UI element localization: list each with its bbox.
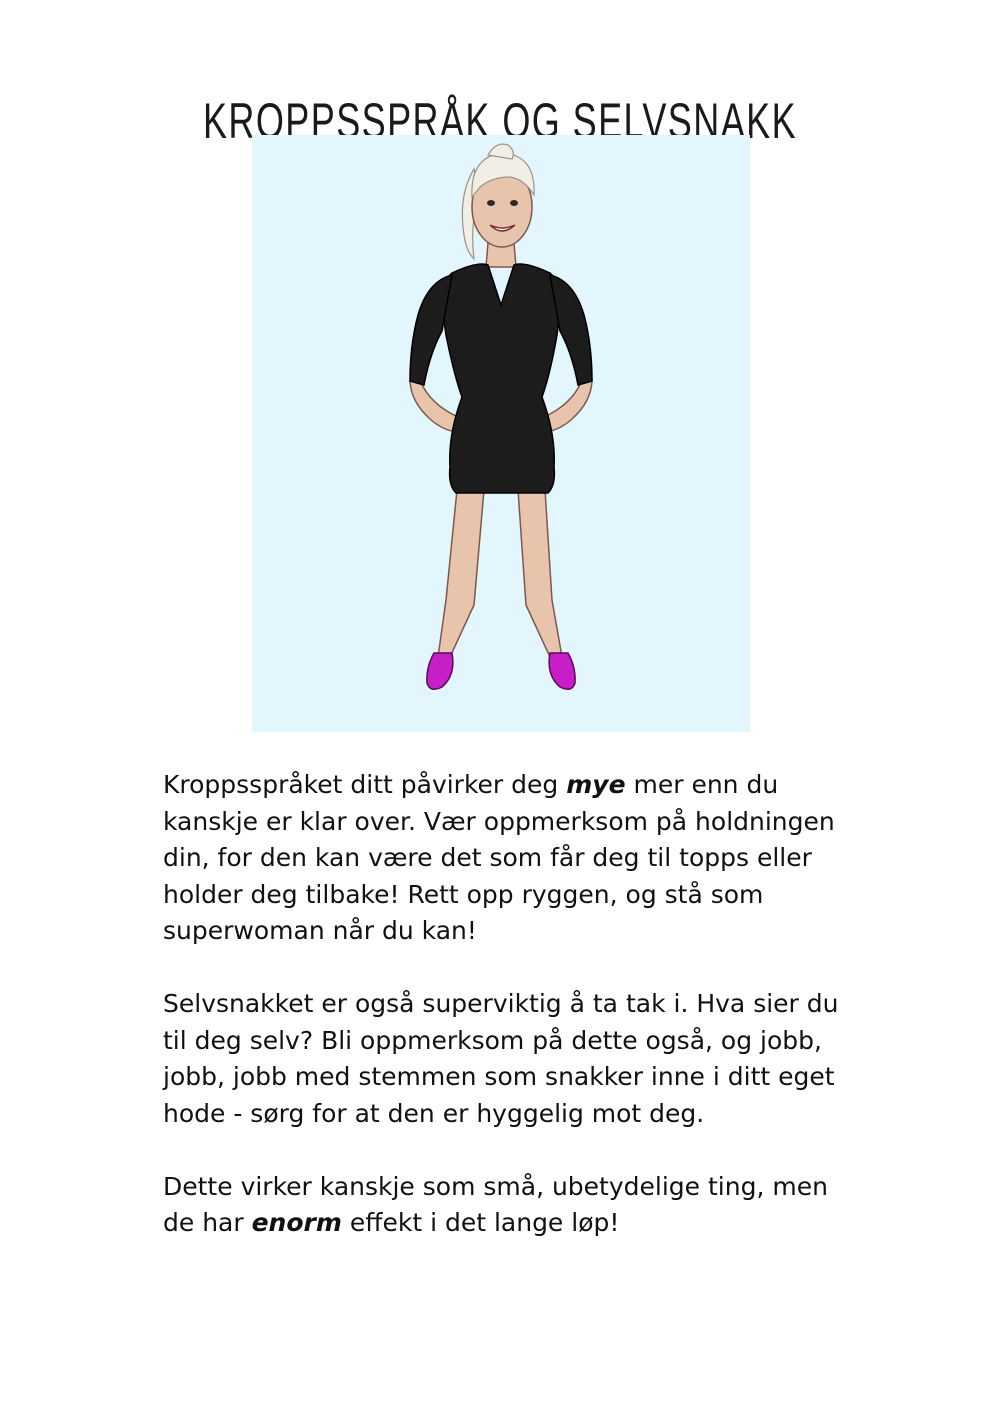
emphasis-enorm: enorm — [251, 1208, 342, 1237]
dress — [442, 263, 561, 494]
left-eye — [487, 200, 495, 206]
body-text: Kroppsspråket ditt påvirker deg mye mer … — [163, 767, 853, 1278]
left-shoe — [426, 652, 454, 690]
paragraph-3: Dette virker kanskje som små, ubetydelig… — [163, 1171, 828, 1238]
right-eye — [510, 200, 518, 206]
illustration-panel — [252, 135, 750, 732]
right-shoe — [548, 652, 576, 690]
left-leg — [437, 489, 485, 658]
paragraph-1: Kroppsspråket ditt påvirker deg mye mer … — [163, 770, 835, 945]
woman-standing-illustration — [409, 143, 593, 690]
right-leg — [517, 489, 563, 658]
emphasis-mye: mye — [566, 770, 626, 799]
paragraph-2: Selvsnakket er også superviktig å ta tak… — [163, 989, 839, 1128]
